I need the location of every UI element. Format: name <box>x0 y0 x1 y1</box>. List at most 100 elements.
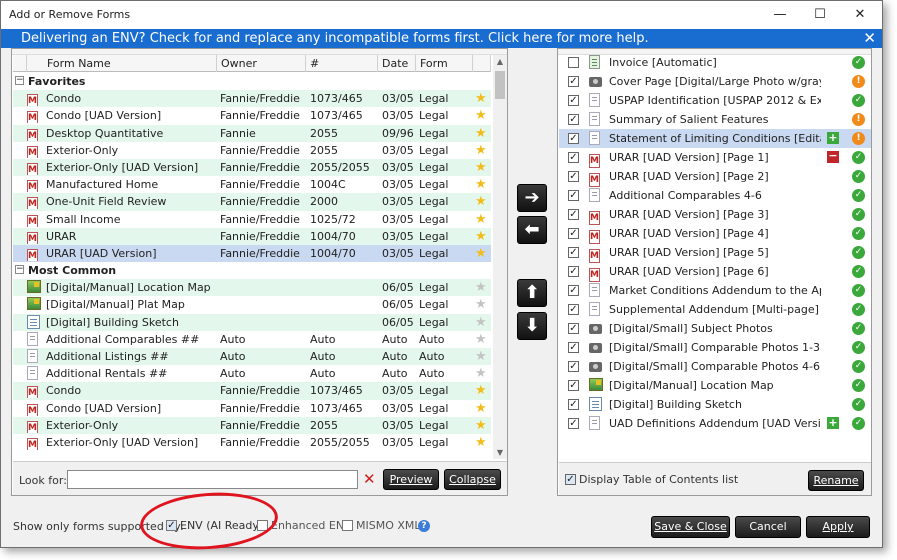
favorite-star-icon[interactable]: ★ <box>475 417 489 434</box>
header-form-name[interactable]: Form Name <box>43 55 217 72</box>
header-owner[interactable]: Owner <box>217 55 306 72</box>
form-row[interactable]: M One-Unit Field Review Fannie/Freddie 2000… <box>13 193 491 211</box>
env-help-banner[interactable]: Delivering an ENV? Check for and replace… <box>1 29 882 48</box>
report-form-row[interactable]: ✓ [Digital/Small] Comparable Photos 1-3 ✓ <box>559 338 871 357</box>
report-form-checkbox[interactable]: ✓ <box>568 247 579 258</box>
favorite-star-icon[interactable]: ★ <box>475 434 489 451</box>
report-form-checkbox[interactable]: ✓ <box>568 285 579 296</box>
form-row[interactable]: M URAR Fannie/Freddie 1004/70 03/05 Legal ★ <box>13 227 491 245</box>
report-form-checkbox[interactable]: ✓ <box>568 209 579 220</box>
form-row[interactable]: M Condo [UAD Version] Fannie/Freddie 1073/4… <box>13 400 491 417</box>
favorite-star-icon[interactable]: ★ <box>475 193 489 210</box>
report-form-row[interactable]: ✓ [Digital/Manual] Location Map ✓ <box>559 376 871 395</box>
forms-scrollbar[interactable]: ▲ ▼ <box>493 55 507 459</box>
report-form-row[interactable]: ✓ M URAR [UAD Version] [Page 4] ✓ <box>559 224 871 244</box>
favorite-star-icon[interactable]: ★ <box>475 142 489 159</box>
favorite-star-icon[interactable]: ★ <box>475 211 489 228</box>
report-form-checkbox[interactable]: ✓ <box>568 418 579 429</box>
report-form-checkbox[interactable]: ✓ <box>568 228 579 239</box>
enhanced-env-label[interactable]: Enhanced ENV <box>271 519 352 532</box>
report-form-row[interactable]: ✓ Cover Page [Digital/Large Photo w/gray … <box>559 72 871 91</box>
header-form-size[interactable]: Form Size <box>416 55 473 87</box>
banner-close-icon[interactable]: ✕ <box>863 29 876 48</box>
favorite-star-icon[interactable]: ★ <box>475 159 489 176</box>
report-form-row[interactable]: ✓ [Digital] Building Sketch ✓ <box>559 395 871 414</box>
minimize-button[interactable]: — <box>763 1 797 29</box>
favorite-star-icon[interactable]: ★ <box>475 125 489 142</box>
report-form-row[interactable]: ✓ M URAR [UAD Version] [Page 2] ✓ <box>559 167 871 187</box>
remove-page-icon[interactable]: − <box>827 150 839 163</box>
form-row[interactable]: [Digital] Building Sketch 06/05 Legal ★ <box>13 313 491 331</box>
rename-button[interactable]: Rename <box>808 470 864 491</box>
banner-text[interactable]: Delivering an ENV? Check for and replace… <box>21 31 649 46</box>
mismo-xml-checkbox[interactable] <box>342 520 353 531</box>
form-row[interactable]: M Exterior-Only [UAD Version] Fannie/Fredd… <box>13 158 491 177</box>
report-form-row[interactable]: Invoice [Automatic] ✓ <box>559 53 871 72</box>
form-row[interactable]: M Desktop Quantitative Fannie 2055 09/96 Lega… <box>13 124 491 142</box>
report-form-row[interactable]: ✓ Statement of Limiting Conditions [Edita… <box>559 129 871 148</box>
report-form-checkbox[interactable]: ✓ <box>568 114 579 125</box>
report-form-row[interactable]: ✓ [Digital/Small] Comparable Photos 4-6 ✓ <box>559 357 871 376</box>
unfavorite-star-icon[interactable]: ★ <box>475 348 489 365</box>
add-page-icon[interactable]: + <box>827 132 839 144</box>
group-header[interactable]: − Favorites <box>13 73 491 91</box>
favorite-star-icon[interactable]: ★ <box>475 107 489 124</box>
report-form-checkbox[interactable] <box>568 57 579 68</box>
report-form-row[interactable]: ✓ UAD Definitions Addendum [UAD Version 4… <box>559 414 871 433</box>
group-header[interactable]: − Most Common <box>13 262 491 280</box>
report-form-checkbox[interactable]: ✓ <box>568 342 579 353</box>
toc-checkbox[interactable]: ✓ <box>565 474 576 485</box>
header-favorite[interactable] <box>473 55 491 72</box>
report-form-checkbox[interactable]: ✓ <box>568 171 579 182</box>
unfavorite-star-icon[interactable]: ★ <box>475 314 489 331</box>
report-form-checkbox[interactable]: ✓ <box>568 361 579 372</box>
add-form-button[interactable]: ➔ <box>517 184 547 212</box>
report-form-checkbox[interactable]: ✓ <box>568 380 579 391</box>
form-row[interactable]: M URAR [UAD Version] Fannie/Freddie 1004/70… <box>13 244 491 263</box>
report-form-row[interactable]: ✓ USPAP Identification [USPAP 2012 & Expo… <box>559 91 871 110</box>
collapse-button[interactable]: Collapse <box>444 469 501 490</box>
preview-button[interactable]: Preview <box>383 469 439 490</box>
scroll-down-icon[interactable]: ▼ <box>493 448 507 457</box>
report-form-checkbox[interactable]: ✓ <box>568 133 579 144</box>
favorite-star-icon[interactable]: ★ <box>475 90 489 107</box>
form-row[interactable]: Additional Listings ## Auto Auto Auto Auto ★ <box>13 348 491 366</box>
favorite-star-icon[interactable]: ★ <box>475 245 489 262</box>
form-row[interactable]: M Small Income Fannie/Freddie 1025/72 03/05 L… <box>13 211 491 228</box>
report-form-checkbox[interactable]: ✓ <box>568 190 579 201</box>
report-form-row[interactable]: ✓ Additional Comparables 4-6 ✓ <box>559 186 871 205</box>
unfavorite-star-icon[interactable]: ★ <box>475 279 489 296</box>
form-row[interactable]: M Exterior-Only Fannie/Freddie 2055 03/05 Leg… <box>13 416 491 434</box>
form-row[interactable]: M Exterior-Only [UAD Version] Fannie/Fredd… <box>13 434 491 451</box>
report-form-row[interactable]: ✓ [Digital/Small] Subject Photos ✓ <box>559 319 871 338</box>
save-close-button[interactable]: Save & Close <box>651 516 730 538</box>
report-form-checkbox[interactable]: ✓ <box>568 399 579 410</box>
favorite-star-icon[interactable]: ★ <box>475 176 489 193</box>
toc-label[interactable]: Display Table of Contents list <box>579 473 738 486</box>
report-form-row[interactable]: ✓ Summary of Salient Features! <box>559 110 871 129</box>
form-row[interactable]: [Digital/Manual] Plat Map 06/05 Legal ★ <box>13 296 491 313</box>
report-form-checkbox[interactable]: ✓ <box>568 152 579 163</box>
form-row[interactable]: M Condo Fannie/Freddie 1073/465 03/05 Legal ★ <box>13 382 491 400</box>
collapse-group-icon[interactable]: − <box>15 76 24 85</box>
report-form-checkbox[interactable]: ✓ <box>568 304 579 315</box>
scroll-thumb[interactable] <box>495 71 505 99</box>
favorite-star-icon[interactable]: ★ <box>475 400 489 417</box>
report-form-row[interactable]: ✓ M URAR [UAD Version] [Page 3] ✓ <box>559 205 871 225</box>
remove-form-button[interactable]: ⬅ <box>517 216 547 244</box>
unfavorite-star-icon[interactable]: ★ <box>475 331 489 348</box>
unfavorite-star-icon[interactable]: ★ <box>475 296 489 313</box>
add-page-icon[interactable]: + <box>827 417 839 429</box>
close-button[interactable]: ✕ <box>843 1 877 29</box>
cancel-button[interactable]: Cancel <box>735 516 801 538</box>
look-for-input[interactable] <box>67 470 358 489</box>
report-form-checkbox[interactable]: ✓ <box>568 76 579 87</box>
report-form-row[interactable]: ✓ M URAR [UAD Version] [Page 1] − ✓ <box>559 148 871 168</box>
form-row[interactable]: M Condo Fannie/Freddie 1073/465 03/05 Legal ★ <box>13 90 491 108</box>
report-form-row[interactable]: ✓ M URAR [UAD Version] [Page 6] ✓ <box>559 262 871 282</box>
apply-button[interactable]: Apply <box>806 516 870 538</box>
report-form-row[interactable]: ✓ Market Conditions Addendum to the Appra… <box>559 281 871 300</box>
favorite-star-icon[interactable]: ★ <box>475 382 489 399</box>
collapse-group-icon[interactable]: − <box>15 265 24 275</box>
move-down-button[interactable]: ⬇ <box>517 312 547 340</box>
